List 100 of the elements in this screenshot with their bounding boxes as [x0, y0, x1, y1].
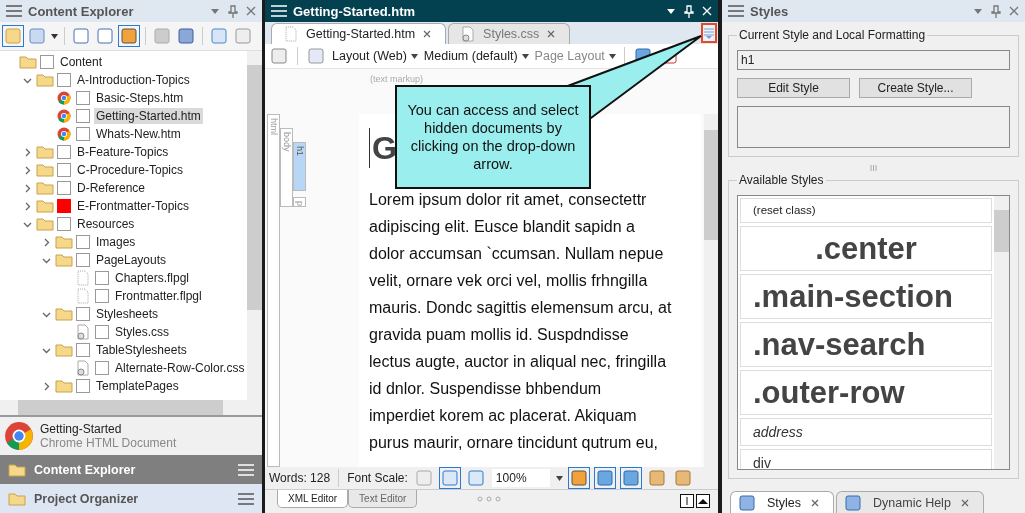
chrome-icon — [57, 109, 71, 123]
font-scale-label: Font Scale: — [347, 471, 408, 485]
tree-item[interactable]: Whats-New.htm — [94, 126, 183, 142]
paragraph-line: lectus augte, auctor in aliqual nec, fringilla — [369, 352, 668, 372]
style-item[interactable]: .center — [740, 226, 992, 271]
document-tab[interactable]: Getting-Started.htm — [271, 23, 447, 44]
paragraph-line: purus maurir, ornare tincidunt qutrum eu, — [369, 433, 660, 453]
tree-item[interactable]: PageLayouts — [94, 252, 169, 268]
tree-item[interactable]: Alternate-Row-Color.css — [113, 360, 247, 376]
page-layout-dropdown[interactable]: Page Layout — [534, 49, 616, 63]
file-icon — [76, 270, 90, 286]
style-field[interactable]: h1 — [737, 50, 1010, 70]
chrome-icon — [57, 127, 71, 141]
dropdown-icon[interactable] — [51, 33, 58, 39]
caret-icon[interactable] — [608, 53, 616, 59]
style-item[interactable]: address — [740, 418, 992, 446]
menu-icon[interactable] — [6, 5, 22, 17]
tree-item[interactable]: Content — [58, 54, 105, 70]
document-name: Getting-Started — [40, 422, 123, 436]
checkbox[interactable] — [76, 379, 90, 393]
dropdown-icon[interactable] — [666, 7, 676, 15]
split-icon[interactable] — [680, 494, 694, 508]
checkbox[interactable] — [95, 325, 109, 339]
vertical-scrollbar[interactable] — [247, 51, 262, 400]
tree-item[interactable]: Images — [94, 234, 138, 250]
navigation-bar[interactable]: Project Organizer — [0, 484, 262, 513]
tree-item[interactable]: Chapters.flpgl — [113, 270, 192, 286]
checkbox[interactable] — [76, 109, 90, 123]
splitter-handle-icon[interactable] — [870, 165, 877, 171]
list-icon[interactable] — [704, 27, 714, 39]
tree-item[interactable]: E-Frontmatter-Topics — [75, 198, 192, 214]
paragraph-line: Lorem ipsum dolor rit amet, consectettr — [369, 190, 648, 210]
horizontal-scrollbar[interactable] — [0, 400, 262, 415]
checkbox[interactable] — [76, 307, 90, 321]
tree-item[interactable]: A-Introduction-Topics — [75, 72, 192, 88]
caret-icon[interactable] — [521, 53, 529, 59]
checkbox[interactable] — [76, 127, 90, 141]
checkbox[interactable] — [57, 217, 71, 231]
style-item[interactable]: div — [740, 449, 992, 469]
collapse-icon[interactable] — [696, 494, 710, 508]
checkbox[interactable] — [95, 271, 109, 285]
style-item[interactable]: .outer-row — [740, 370, 992, 415]
tree-item[interactable]: C-Procedure-Topics — [75, 162, 186, 178]
checkbox[interactable] — [76, 91, 90, 105]
caret-icon[interactable] — [410, 53, 418, 59]
checkbox[interactable] — [40, 55, 54, 69]
tree-item[interactable]: Getting-Started.htm — [94, 108, 203, 124]
tree-item[interactable]: Stylesheets — [94, 306, 161, 322]
checkbox[interactable] — [76, 343, 90, 357]
close-icon[interactable] — [811, 498, 820, 507]
tab-list-button[interactable] — [701, 23, 717, 43]
close-icon[interactable] — [423, 30, 432, 38]
style-button[interactable]: Create Style... — [859, 78, 972, 98]
checkbox[interactable] — [57, 199, 71, 213]
menu-icon[interactable] — [238, 492, 254, 505]
style-item[interactable]: .main-section — [740, 274, 992, 319]
tree-item[interactable]: Resources — [75, 216, 137, 232]
gear-file-icon — [461, 26, 476, 42]
checkbox[interactable] — [95, 361, 109, 375]
document-tab[interactable]: Styles.css — [448, 23, 571, 44]
menu-icon[interactable] — [728, 5, 744, 17]
panel-tab[interactable]: Dynamic Help — [836, 491, 984, 513]
checkbox[interactable] — [57, 145, 71, 159]
tree-item[interactable]: TableStylesheets — [94, 342, 189, 358]
tree-item[interactable]: TemplatePages — [94, 378, 181, 394]
checkbox[interactable] — [57, 163, 71, 177]
markup-hint: (text markup) — [370, 74, 423, 84]
tree-item[interactable]: Styles.css — [113, 324, 171, 340]
checkbox[interactable] — [76, 235, 90, 249]
paragraph-line: id dnlor. Suspendisse bhbendum — [369, 379, 603, 399]
style-item[interactable]: (reset class) — [740, 198, 992, 223]
group-label: Current Style and Local Formatting — [738, 28, 927, 42]
checkbox[interactable] — [95, 289, 109, 303]
panel-title: Getting-Started.htm — [293, 3, 417, 19]
vertical-scrollbar[interactable] — [704, 114, 718, 467]
vertical-scrollbar[interactable] — [994, 196, 1009, 469]
callout: You can access and select hidden documents by clicking on the drop-down arrow. — [395, 85, 591, 189]
editor-tab[interactable]: Text Editor — [348, 490, 418, 508]
panel-tab[interactable]: Styles — [730, 491, 835, 513]
checkbox[interactable] — [57, 181, 71, 195]
tree-item[interactable]: B-Feature-Topics — [75, 144, 171, 160]
tree-item[interactable]: Frontmatter.flpgl — [113, 288, 204, 304]
tree-item[interactable]: D-Reference — [75, 180, 148, 196]
editor-tab[interactable]: XML Editor — [277, 490, 349, 508]
drag-handle-icon[interactable] — [477, 496, 502, 502]
tree-item[interactable]: Basic-Steps.htm — [94, 90, 186, 106]
caret-icon[interactable] — [555, 475, 563, 481]
structure-bar[interactable]: h1 — [293, 142, 306, 191]
chrome-icon — [57, 91, 71, 105]
layout-dropdown[interactable]: Layout (Web) — [332, 49, 418, 63]
navigation-bar[interactable]: Content Explorer — [0, 455, 262, 484]
close-icon[interactable] — [960, 498, 969, 507]
gear-file-icon — [76, 324, 90, 340]
style-item[interactable]: .nav-search — [740, 322, 992, 367]
checkbox[interactable] — [76, 253, 90, 267]
panel-title: Styles — [750, 3, 790, 19]
style-button[interactable]: Edit Style — [737, 78, 850, 98]
medium-dropdown[interactable]: Medium (default) — [423, 49, 529, 63]
checkbox[interactable] — [57, 73, 71, 87]
zoom-field[interactable]: 100% — [491, 469, 550, 487]
